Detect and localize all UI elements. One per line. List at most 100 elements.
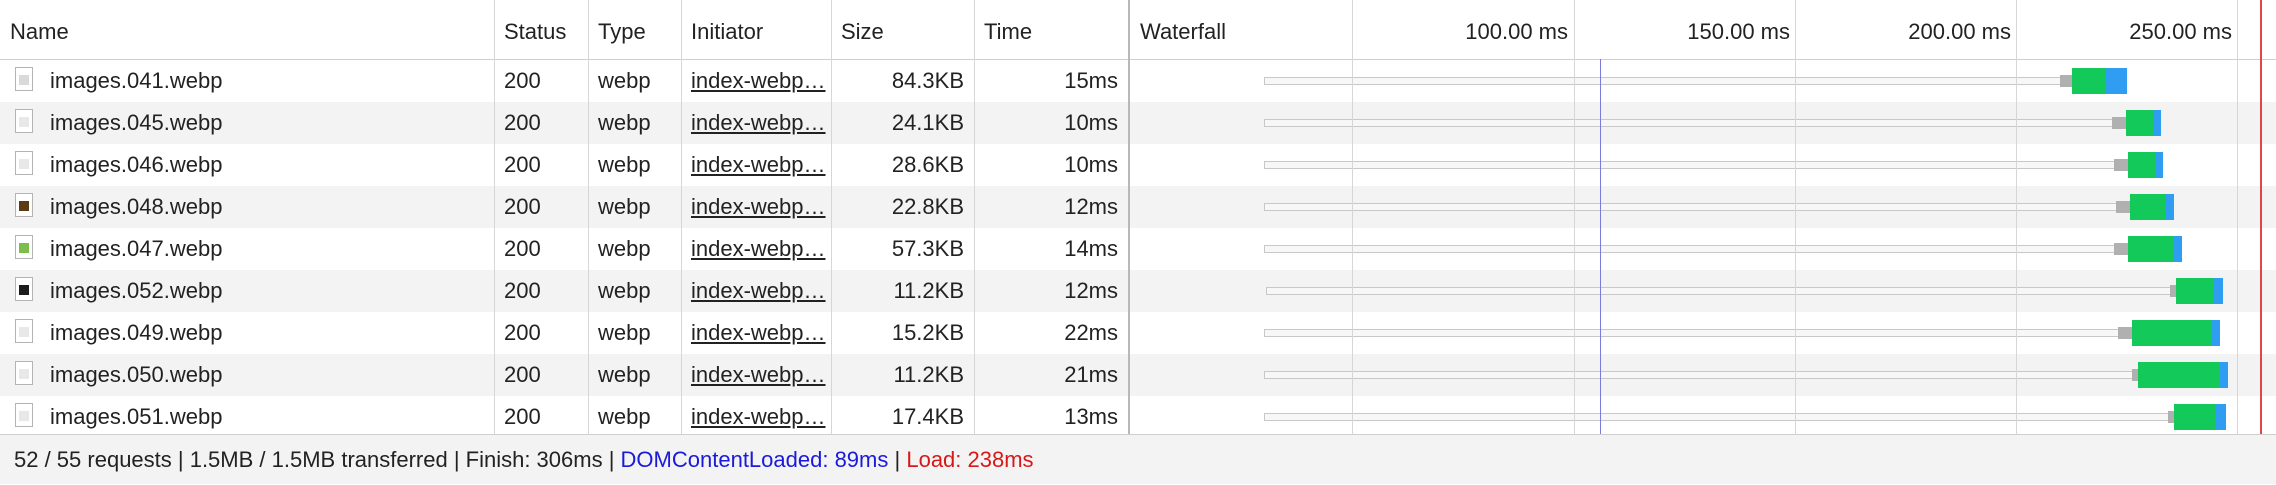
request-size: 17.4KB <box>891 404 964 429</box>
domcontentloaded-time: DOMContentLoaded: 89ms <box>620 447 889 472</box>
waterfall-stall-bar <box>1264 77 2072 85</box>
waterfall-queue-segment <box>2118 327 2132 339</box>
request-name[interactable]: images.050.webp <box>40 354 490 396</box>
request-status: 200 <box>504 110 541 135</box>
table-row[interactable]: images.051.webp 200 webp index-webp… 17.4KB 1… <box>0 396 2276 438</box>
request-initiator-link[interactable]: index-webp… <box>681 354 831 396</box>
request-initiator-link[interactable]: index-webp… <box>681 228 831 270</box>
request-initiator-link[interactable]: index-webp… <box>681 102 831 144</box>
request-status: 200 <box>504 320 541 345</box>
request-name[interactable]: images.046.webp <box>40 144 490 186</box>
request-initiator-link[interactable]: index-webp… <box>681 270 831 312</box>
column-header-time[interactable]: Time <box>974 0 1128 59</box>
request-size: 57.3KB <box>891 236 964 261</box>
request-time: 10ms <box>1064 110 1118 135</box>
request-name[interactable]: images.051.webp <box>40 396 490 438</box>
waterfall-stall-bar <box>1264 371 2138 379</box>
table-row[interactable]: images.049.webp 200 webp index-webp… 15.2KB 2… <box>0 312 2276 354</box>
column-header-size[interactable]: Size <box>831 0 974 59</box>
waterfall-stall-bar <box>1264 119 2126 127</box>
request-initiator-link[interactable]: index-webp… <box>681 396 831 438</box>
request-name[interactable]: images.052.webp <box>40 270 490 312</box>
request-name[interactable]: images.041.webp <box>40 60 490 102</box>
waterfall-download-segment[interactable] <box>2166 194 2174 220</box>
table-row[interactable]: images.046.webp 200 webp index-webp… 28.6KB 1… <box>0 144 2276 186</box>
request-type: webp <box>598 110 651 135</box>
request-size: 28.6KB <box>891 152 964 177</box>
network-request-table: Name Status Type Initiator Size Time Wat… <box>0 0 2276 438</box>
waterfall-download-segment[interactable] <box>2214 278 2223 304</box>
table-row[interactable]: images.052.webp 200 webp index-webp… 11.2KB 1… <box>0 270 2276 312</box>
request-name[interactable]: images.045.webp <box>40 102 490 144</box>
table-row[interactable]: images.048.webp 200 webp index-webp… 22.8KB 1… <box>0 186 2276 228</box>
waterfall-stall-bar <box>1264 245 2128 253</box>
waterfall-download-segment[interactable] <box>2174 236 2182 262</box>
column-divider[interactable] <box>681 0 682 434</box>
domcontentloaded-marker-line <box>1600 59 1601 434</box>
table-row[interactable]: images.047.webp 200 webp index-webp… 57.3KB 1… <box>0 228 2276 270</box>
table-row[interactable]: images.041.webp 200 webp index-webp… 84.3KB 1… <box>0 60 2276 102</box>
request-type: webp <box>598 236 651 261</box>
request-initiator-link[interactable]: index-webp… <box>681 186 831 228</box>
request-time: 22ms <box>1064 320 1118 345</box>
request-name[interactable]: images.049.webp <box>40 312 490 354</box>
column-header-status[interactable]: Status <box>494 0 588 59</box>
request-name[interactable]: images.048.webp <box>40 186 490 228</box>
waterfall-download-segment[interactable] <box>2153 110 2161 136</box>
waterfall-grid-line <box>2237 0 2238 434</box>
request-size: 11.2KB <box>893 362 964 387</box>
column-header-name[interactable]: Name <box>0 0 494 59</box>
request-name[interactable]: images.047.webp <box>40 228 490 270</box>
request-size: 11.2KB <box>893 278 964 303</box>
table-row[interactable]: images.045.webp 200 webp index-webp… 24.1KB 1… <box>0 102 2276 144</box>
column-divider[interactable] <box>494 0 495 434</box>
waterfall-grid-line <box>1352 0 1353 434</box>
waterfall-waiting-segment[interactable] <box>2126 110 2153 136</box>
request-initiator-link[interactable]: index-webp… <box>681 144 831 186</box>
request-summary: 52 / 55 requests | 1.5MB / 1.5MB transfe… <box>14 447 615 472</box>
waterfall-waiting-segment[interactable] <box>2138 362 2220 388</box>
request-initiator-link[interactable]: index-webp… <box>681 60 831 102</box>
column-divider[interactable] <box>974 0 975 434</box>
request-type: webp <box>598 320 651 345</box>
image-thumbnail-icon <box>15 319 33 343</box>
waterfall-download-segment[interactable] <box>2220 362 2228 388</box>
request-size: 15.2KB <box>891 320 964 345</box>
waterfall-waiting-segment[interactable] <box>2128 236 2174 262</box>
waterfall-download-segment[interactable] <box>2212 320 2220 346</box>
waterfall-download-segment[interactable] <box>2156 152 2163 178</box>
request-status: 200 <box>504 194 541 219</box>
column-divider-waterfall[interactable] <box>1128 0 1130 434</box>
waterfall-stall-bar <box>1264 413 2174 421</box>
request-type: webp <box>598 152 651 177</box>
request-type: webp <box>598 362 651 387</box>
request-initiator-link[interactable]: index-webp… <box>681 312 831 354</box>
image-thumbnail-icon <box>15 403 33 427</box>
green-image-thumbnail-icon <box>15 235 33 259</box>
waterfall-download-segment[interactable] <box>2105 68 2127 94</box>
request-time: 12ms <box>1064 194 1118 219</box>
column-header-type[interactable]: Type <box>588 0 681 59</box>
waterfall-waiting-segment[interactable] <box>2072 68 2105 94</box>
column-divider[interactable] <box>831 0 832 434</box>
waterfall-waiting-segment[interactable] <box>2128 152 2156 178</box>
waterfall-waiting-segment[interactable] <box>2132 320 2212 346</box>
waterfall-download-segment[interactable] <box>2216 404 2226 430</box>
request-type: webp <box>598 194 651 219</box>
waterfall-stall-bar <box>1266 287 2176 295</box>
image-thumbnail-icon <box>15 361 33 385</box>
request-status: 200 <box>504 278 541 303</box>
waterfall-grid-line <box>2016 0 2017 434</box>
table-row[interactable]: images.050.webp 200 webp index-webp… 11.2KB 2… <box>0 354 2276 396</box>
waterfall-waiting-segment[interactable] <box>2130 194 2166 220</box>
waterfall-waiting-segment[interactable] <box>2176 278 2214 304</box>
column-divider[interactable] <box>588 0 589 434</box>
waterfall-tick-label: 200.00 ms <box>1908 19 2011 44</box>
column-header-initiator[interactable]: Initiator <box>681 0 831 59</box>
waterfall-grid-line <box>1795 0 1796 434</box>
waterfall-waiting-segment[interactable] <box>2174 404 2216 430</box>
waterfall-stall-bar <box>1264 161 2128 169</box>
column-header-waterfall[interactable]: Waterfall <box>1130 0 1350 59</box>
black-image-thumbnail-icon <box>15 277 33 301</box>
waterfall-queue-segment <box>2114 159 2128 171</box>
